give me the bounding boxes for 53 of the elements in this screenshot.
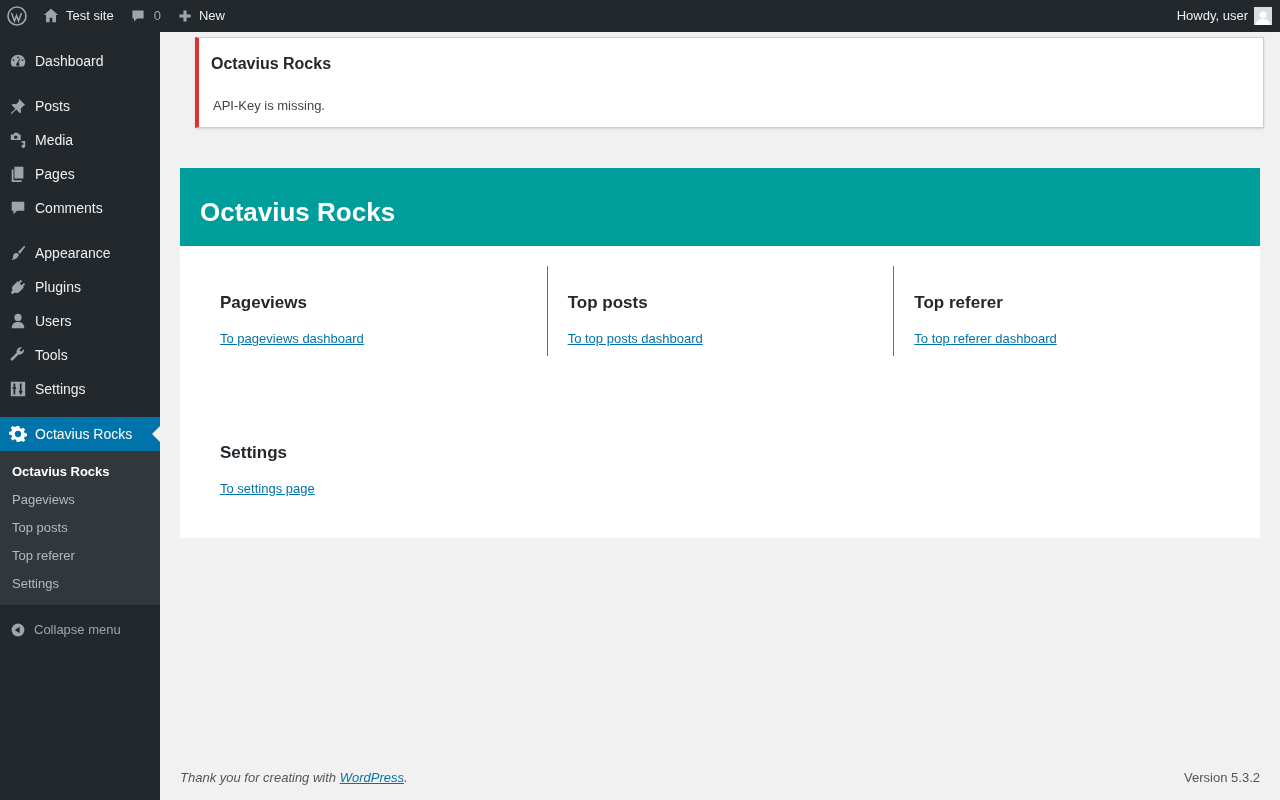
new-label: New xyxy=(198,7,225,26)
brush-icon xyxy=(9,244,27,262)
sidebar-item[interactable]: Tools xyxy=(0,338,160,372)
home-icon xyxy=(42,7,60,25)
wordpress-link[interactable]: WordPress xyxy=(339,769,404,785)
gear-icon xyxy=(9,425,27,443)
card-title: Settings xyxy=(220,441,289,464)
sidebar-item[interactable]: Comments xyxy=(0,191,160,225)
greeting: Howdy, user xyxy=(1176,7,1248,26)
sidebar-item[interactable]: Media xyxy=(0,123,160,157)
footer-text: Thank you for creating with WordPress. xyxy=(180,768,408,787)
sidebar-item[interactable]: Pages xyxy=(0,157,160,191)
submenu-item[interactable]: Octavius Rocks xyxy=(0,458,160,486)
plug-icon xyxy=(9,278,27,296)
card-title: Top referer xyxy=(914,291,1004,314)
sidebar-item[interactable]: Settings xyxy=(0,372,160,406)
comments-link[interactable]: 0 xyxy=(121,0,169,32)
sidebar-item[interactable]: Octavius Rocks xyxy=(0,417,160,451)
card-link[interactable]: To settings page xyxy=(220,479,547,499)
current-page-pointer-icon xyxy=(152,426,160,442)
sidebar-item[interactable]: Plugins xyxy=(0,270,160,304)
card-title: Top posts xyxy=(567,291,649,314)
account-menu[interactable]: Howdy, user xyxy=(1168,0,1280,32)
avatar-silhouette xyxy=(1254,7,1272,25)
site-link[interactable]: Test site xyxy=(34,0,122,32)
card-title: Pageviews xyxy=(220,291,308,314)
submenu-item[interactable]: Pageviews xyxy=(0,486,160,514)
submenu-item[interactable]: Settings xyxy=(0,570,160,598)
sliders-icon xyxy=(9,380,27,398)
circle-logo-icon[interactable] xyxy=(7,6,27,26)
person-icon xyxy=(9,312,27,330)
sidebar-item[interactable]: Users xyxy=(0,304,160,338)
card-link[interactable]: To top posts dashboard xyxy=(567,329,894,349)
speech-bubble-icon xyxy=(129,8,146,24)
left-arrow-circle-icon xyxy=(10,622,26,638)
version-text: Version 5.3.2 xyxy=(1184,768,1260,787)
sidebar-item[interactable]: Posts xyxy=(0,89,160,123)
notice-title: Octavius Rocks xyxy=(211,54,333,74)
card-link[interactable]: To pageviews dashboard xyxy=(220,329,547,349)
sidebar-item[interactable]: Dashboard xyxy=(0,44,160,78)
pushpin-icon xyxy=(9,97,27,115)
collapse-menu-button[interactable]: Collapse menu xyxy=(0,613,160,647)
card-link[interactable]: To top referer dashboard xyxy=(914,329,1240,349)
camera-and-music-icon xyxy=(9,131,27,149)
sidebar-item[interactable]: Appearance xyxy=(0,236,160,270)
site-name: Test site xyxy=(66,7,114,26)
notice-message: API-Key is missing. xyxy=(212,97,326,115)
submenu-item[interactable]: Top posts xyxy=(0,514,160,542)
plus-icon xyxy=(176,8,193,24)
comment-count: 0 xyxy=(153,7,161,26)
submenu-item[interactable]: Top referer xyxy=(0,542,160,570)
panel-title: Octavius Rocks xyxy=(200,195,396,229)
new-link[interactable]: New xyxy=(168,0,233,32)
